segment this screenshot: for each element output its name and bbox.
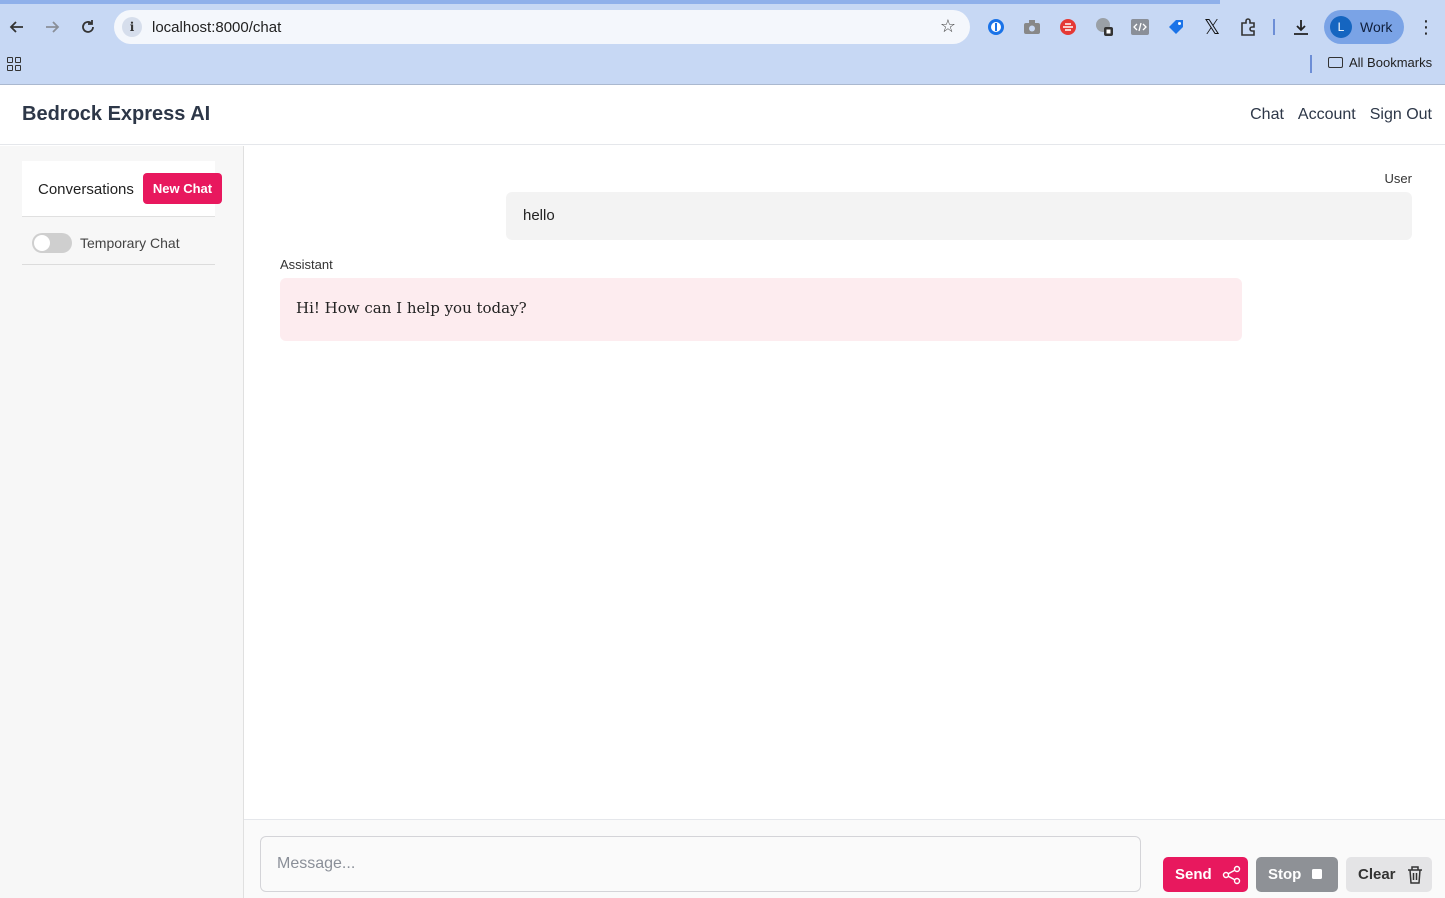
camera-icon[interactable] [1021,16,1043,38]
extension-red-icon[interactable] [1057,16,1079,38]
new-chat-button[interactable]: New Chat [143,173,222,204]
avatar: L [1330,16,1352,38]
chat-messages: User hello Assistant Hi! How can I help … [244,146,1445,820]
user-role-label: User [1384,171,1412,186]
all-bookmarks-button[interactable]: All Bookmarks [1328,55,1432,70]
browser-chrome: i localhost:8000/chat ☆ 𝕏 L Work ⋮ All B… [0,0,1445,85]
apps-grid-icon[interactable] [7,57,21,71]
x-icon[interactable]: 𝕏 [1201,16,1223,39]
temporary-chat-label: Temporary Chat [80,235,180,251]
tab-strip [0,0,1220,4]
nav-sign-out-link[interactable]: Sign Out [1370,106,1432,124]
menu-dots-icon[interactable]: ⋮ [1415,16,1437,38]
site-info-icon[interactable]: i [122,17,142,37]
temporary-chat-row: Temporary Chat [22,218,215,265]
code-icon[interactable] [1129,16,1151,38]
assistant-role-label: Assistant [280,257,333,272]
app-header: Bedrock Express AI Chat Account Sign Out [0,85,1445,145]
toggle-knob [34,235,50,251]
conversations-sidebar: Conversations New Chat Temporary Chat [0,146,244,898]
nav-chat-link[interactable]: Chat [1250,106,1284,124]
bookmarks-bar: All Bookmarks [0,50,1445,78]
extension-globe-icon[interactable] [1094,16,1116,38]
folder-icon [1328,57,1343,68]
back-icon[interactable] [4,14,30,40]
toolbar-divider [1273,19,1275,35]
stop-button[interactable]: Stop [1256,857,1338,892]
reload-icon[interactable] [75,14,101,40]
clear-label: Clear [1358,866,1396,883]
profile-name: Work [1360,19,1393,35]
assistant-message-bubble: Hi! How can I help you today? [280,278,1242,341]
brand-title[interactable]: Bedrock Express AI [22,103,210,126]
nav-account-link[interactable]: Account [1298,106,1356,124]
all-bookmarks-label: All Bookmarks [1349,55,1433,70]
address-bar[interactable]: i localhost:8000/chat ☆ [114,10,970,44]
download-icon[interactable] [1290,16,1312,38]
tag-icon[interactable] [1165,16,1187,38]
top-nav: Chat Account Sign Out [1250,106,1432,124]
user-message-bubble: hello [506,192,1412,240]
trash-icon [1406,865,1424,885]
message-composer: Send Stop Clear [244,819,1445,898]
conversations-header: Conversations New Chat [22,161,222,217]
bookmarks-divider [1310,55,1312,73]
share-icon [1222,865,1242,885]
forward-icon[interactable] [39,14,65,40]
bookmark-star-icon[interactable]: ☆ [940,16,956,37]
clear-button[interactable]: Clear [1346,857,1432,892]
stop-label: Stop [1268,866,1302,883]
send-label: Send [1175,866,1212,883]
message-input[interactable] [260,836,1141,892]
temporary-chat-toggle[interactable] [32,233,72,253]
stop-square-icon [1311,868,1325,882]
profile-button[interactable]: L Work [1324,10,1404,44]
conversations-title: Conversations [38,181,134,198]
send-button[interactable]: Send [1163,857,1248,892]
password-manager-icon[interactable] [985,16,1007,38]
url-text[interactable]: localhost:8000/chat [152,19,281,36]
puzzle-icon[interactable] [1237,16,1259,38]
